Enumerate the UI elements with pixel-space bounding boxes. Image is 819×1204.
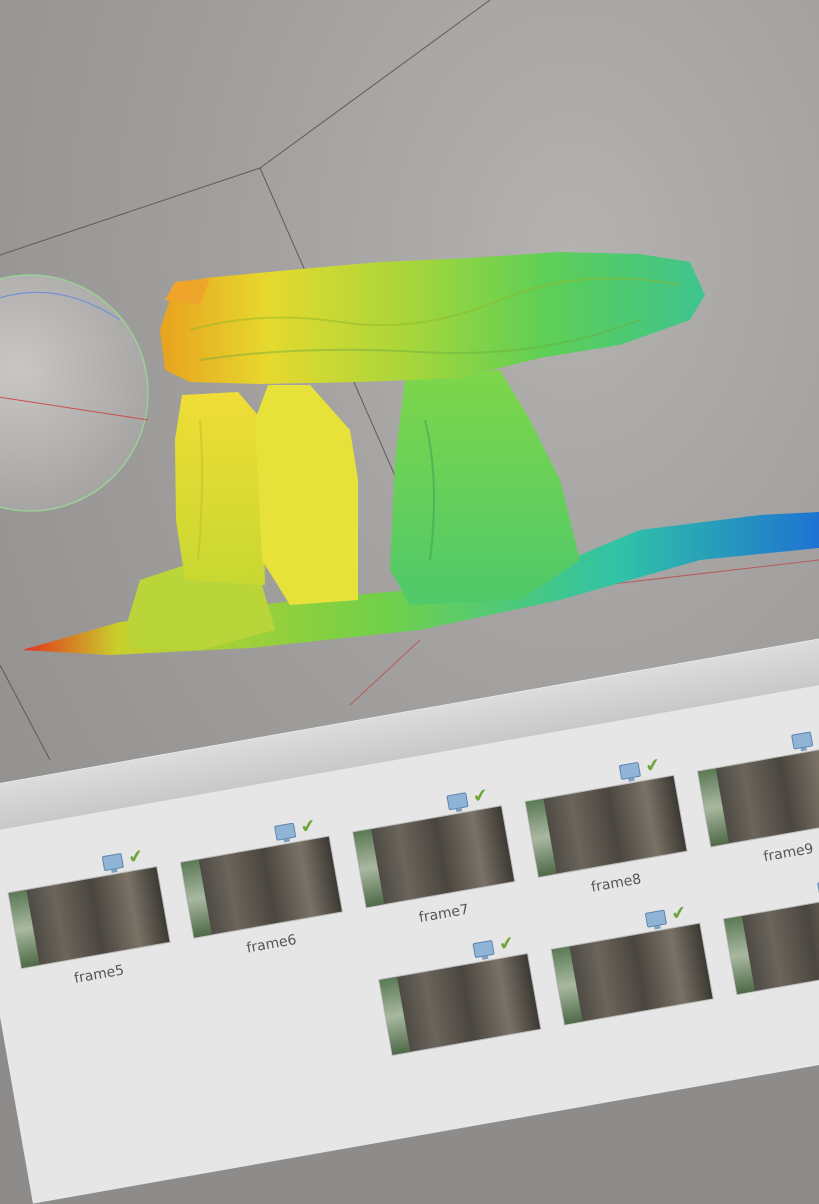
frame-status: ✔ <box>274 815 322 841</box>
frame-status: ✔ <box>446 785 494 811</box>
frame-thumbnail[interactable] <box>724 893 819 995</box>
frame-tile[interactable]: ✔ <box>720 870 819 1044</box>
frame-thumbnail[interactable] <box>551 923 713 1025</box>
frame-thumbnail[interactable] <box>180 836 342 938</box>
frame-tile[interactable]: ✔ <box>548 900 722 1074</box>
frame-tile[interactable]: ✔ <box>375 930 549 1104</box>
frame-tile[interactable]: ✔ frame7 <box>349 783 523 957</box>
frame-thumbnail[interactable] <box>525 775 687 877</box>
monitor-icon <box>618 761 642 781</box>
dolmen-point-cloud[interactable] <box>22 252 819 655</box>
frame-tile[interactable]: ✔ frame6 <box>177 813 351 987</box>
frame-status: ✔ <box>101 845 150 872</box>
monitor-icon <box>101 852 124 872</box>
check-icon: ✔ <box>669 901 689 926</box>
frame-status: ✔ <box>472 932 520 959</box>
check-icon: ✔ <box>643 754 663 778</box>
frame-thumbnail[interactable] <box>353 806 515 908</box>
monitor-icon <box>472 939 495 959</box>
frame-status: ✔ <box>644 902 693 928</box>
monitor-icon <box>446 792 469 811</box>
monitor-icon <box>274 822 297 841</box>
monitor-icon <box>791 731 814 750</box>
check-icon: ✔ <box>298 814 318 839</box>
frame-thumbnail[interactable] <box>698 745 819 847</box>
frame-thumbnail[interactable] <box>379 954 541 1055</box>
check-icon: ✔ <box>497 932 516 956</box>
navigation-sphere[interactable] <box>0 274 149 512</box>
frame-tile[interactable]: ✔ frame9 <box>694 722 819 896</box>
frame-thumbnail[interactable] <box>8 867 170 968</box>
frame-tile[interactable]: ✔ frame8 <box>522 752 696 926</box>
monitor-icon <box>644 909 668 928</box>
frame-tile[interactable]: ✔ frame5 <box>4 843 178 1017</box>
frame-status: ✔ <box>618 754 667 781</box>
check-icon: ✔ <box>471 784 490 808</box>
check-icon: ✔ <box>126 845 146 869</box>
